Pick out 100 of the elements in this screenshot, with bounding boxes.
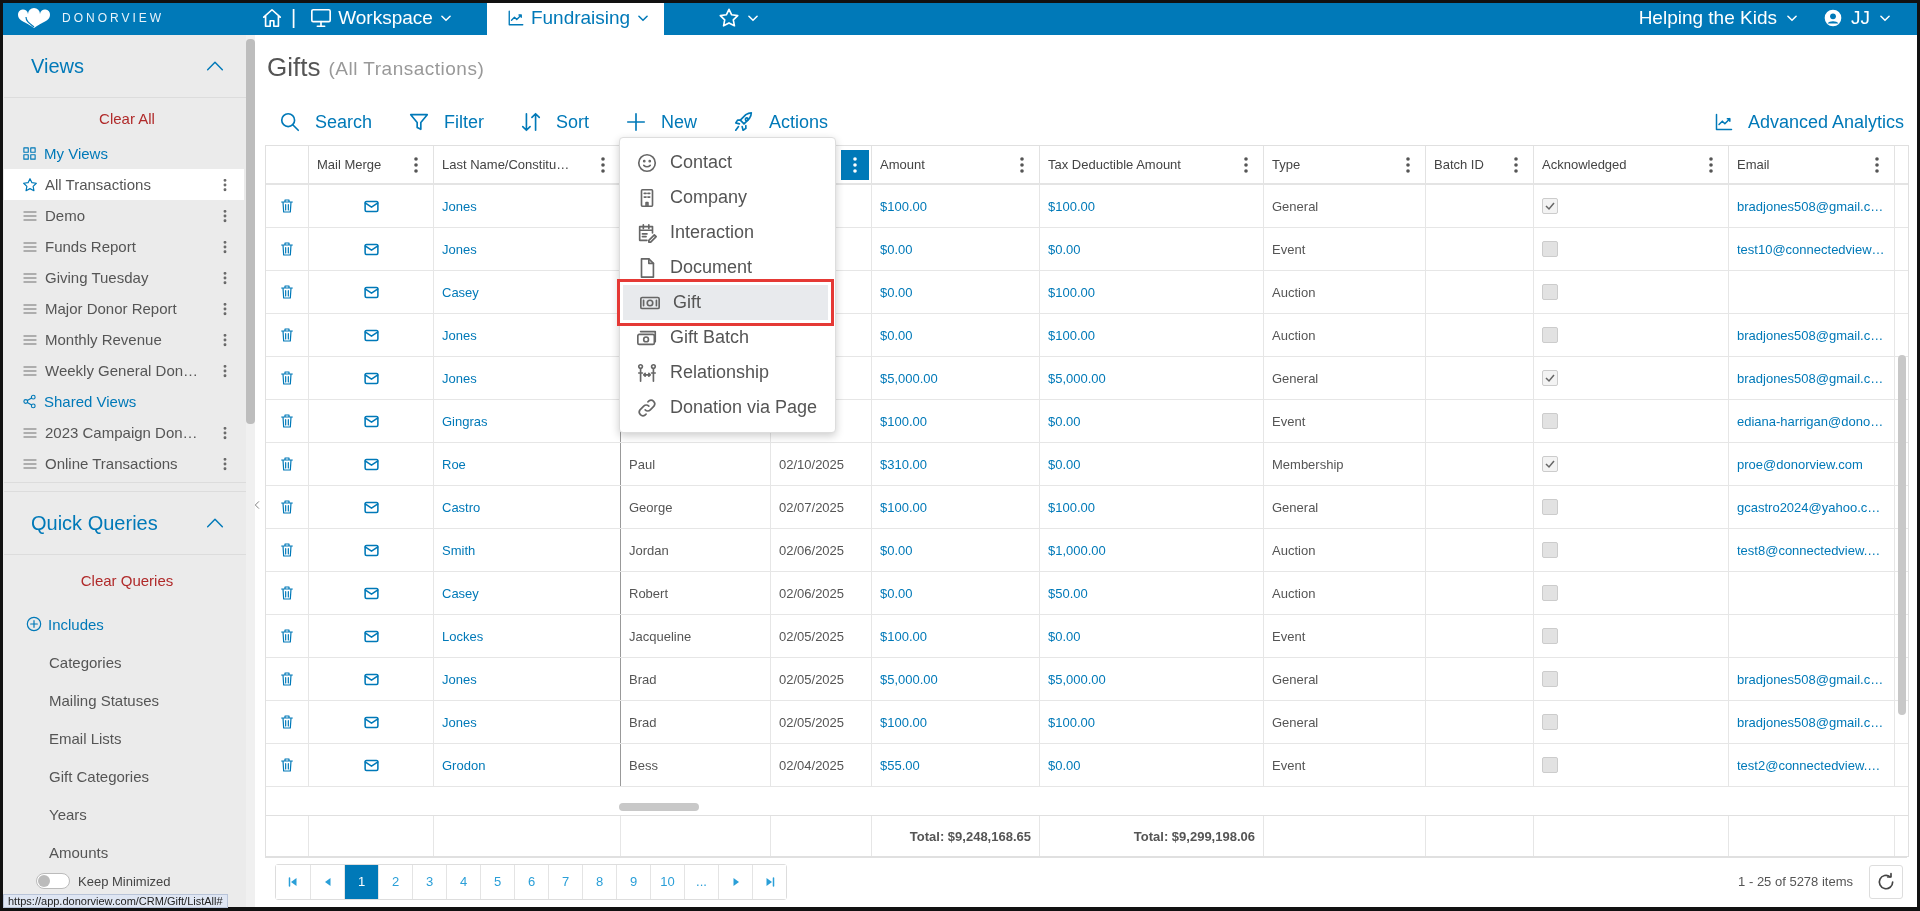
menu-item[interactable]: Relationship	[620, 355, 835, 390]
clear-queries-link[interactable]: Clear Queries	[80, 571, 174, 589]
menu-item[interactable]: Contact	[620, 145, 835, 180]
toolbar-button[interactable]: Search	[279, 111, 373, 133]
amount-link[interactable]: $310.00	[880, 456, 927, 472]
email-link[interactable]: test2@connectedview.…	[1737, 757, 1881, 773]
home-button[interactable]	[261, 6, 283, 29]
scrollbar-thumb[interactable]	[246, 39, 255, 424]
email-link[interactable]: ediana-harrigan@dono…	[1737, 413, 1884, 429]
view-item[interactable]: Demo	[4, 200, 244, 231]
checkbox[interactable]	[1542, 456, 1558, 472]
shared-views-heading[interactable]: Shared Views	[4, 386, 244, 417]
last-name-link[interactable]: Jones	[442, 714, 477, 730]
last-name-link[interactable]: Gingras	[442, 413, 488, 429]
last-name-link[interactable]: Jones	[442, 671, 477, 687]
delete-button[interactable]	[279, 585, 295, 601]
menu-item[interactable]: Gift Batch	[620, 320, 835, 355]
toolbar-button[interactable]: Actions	[733, 111, 829, 133]
column-menu-button[interactable]	[841, 149, 869, 180]
amount-link[interactable]: $0.00	[880, 284, 913, 300]
amount-link[interactable]: $0.00	[1048, 757, 1081, 773]
toolbar-button[interactable]: Filter	[408, 111, 485, 133]
amount-link[interactable]: $0.00	[1048, 628, 1081, 644]
toolbar-button[interactable]: Sort	[520, 111, 590, 133]
query-item[interactable]: Email Lists	[49, 729, 122, 747]
amount-link[interactable]: $100.00	[880, 413, 927, 429]
checkbox[interactable]	[1542, 241, 1558, 257]
amount-link[interactable]: $100.00	[880, 198, 927, 214]
menu-item[interactable]: Donation via Page	[620, 390, 835, 425]
amount-link[interactable]: $100.00	[1048, 284, 1095, 300]
delete-button[interactable]	[279, 284, 295, 300]
view-item[interactable]: Online Transactions	[4, 448, 244, 479]
view-item[interactable]: Giving Tuesday	[4, 262, 244, 293]
delete-button[interactable]	[279, 370, 295, 386]
last-name-link[interactable]: Roe	[442, 456, 466, 472]
view-item[interactable]: All Transactions	[4, 169, 244, 200]
query-item[interactable]: Gift Categories	[49, 767, 150, 785]
view-item[interactable]: 2023 Campaign Don…	[4, 417, 244, 448]
email-link[interactable]: test10@connectedview…	[1737, 241, 1885, 257]
delete-button[interactable]	[279, 628, 295, 644]
query-item[interactable]: Categories	[49, 653, 122, 671]
clear-all-link[interactable]: Clear All	[99, 109, 155, 127]
checkbox[interactable]	[1542, 198, 1558, 214]
nav-menu[interactable]: Workspace	[296, 0, 467, 35]
amount-link[interactable]: $100.00	[880, 714, 927, 730]
amount-link[interactable]: $5,000.00	[880, 370, 938, 386]
user-menu[interactable]: JJ	[1823, 0, 1892, 35]
query-item[interactable]: Mailing Statuses	[49, 691, 160, 709]
amount-link[interactable]: $100.00	[1048, 499, 1095, 515]
last-name-link[interactable]: Jones	[442, 327, 477, 343]
delete-button[interactable]	[279, 198, 295, 214]
delete-button[interactable]	[279, 241, 295, 257]
query-item[interactable]: Years	[49, 805, 87, 823]
last-name-link[interactable]: Jones	[442, 370, 477, 386]
amount-link[interactable]: $0.00	[1048, 413, 1081, 429]
email-link[interactable]: proe@donorview.com	[1737, 456, 1863, 472]
delete-button[interactable]	[279, 456, 295, 472]
menu-item[interactable]: Company	[620, 180, 835, 215]
email-link[interactable]: bradjones508@gmail.c…	[1737, 198, 1884, 214]
view-item[interactable]: Major Donor Report	[4, 293, 244, 324]
amount-link[interactable]: $0.00	[880, 542, 913, 558]
scrollbar-thumb[interactable]	[1898, 355, 1906, 715]
checkbox[interactable]	[1542, 585, 1558, 601]
amount-link[interactable]: $0.00	[880, 241, 913, 257]
amount-link[interactable]: $100.00	[880, 499, 927, 515]
amount-link[interactable]: $0.00	[1048, 456, 1081, 472]
last-name-link[interactable]: Jones	[442, 241, 477, 257]
delete-button[interactable]	[279, 542, 295, 558]
checkbox[interactable]	[1542, 499, 1558, 515]
amount-link[interactable]: $5,000.00	[1048, 370, 1106, 386]
checkbox[interactable]	[1542, 284, 1558, 300]
email-link[interactable]: gcastro2024@yahoo.c…	[1737, 499, 1881, 515]
amount-link[interactable]: $0.00	[880, 327, 913, 343]
amount-link[interactable]: $0.00	[880, 585, 913, 601]
amount-link[interactable]: $100.00	[1048, 198, 1095, 214]
checkbox[interactable]	[1542, 757, 1558, 773]
amount-link[interactable]: $5,000.00	[880, 671, 938, 687]
checkbox[interactable]	[1542, 542, 1558, 558]
email-link[interactable]: bradjones508@gmail.c…	[1737, 370, 1884, 386]
checkbox[interactable]	[1542, 413, 1558, 429]
last-name-link[interactable]: Jones	[442, 198, 477, 214]
email-link[interactable]: bradjones508@gmail.c…	[1737, 327, 1884, 343]
amount-link[interactable]: $50.00	[1048, 585, 1088, 601]
organization-menu[interactable]: Helping the Kids	[1638, 0, 1799, 35]
last-name-link[interactable]: Grodon	[442, 757, 486, 773]
scrollbar-thumb[interactable]	[619, 803, 699, 811]
amount-link[interactable]: $55.00	[880, 757, 920, 773]
menu-item[interactable]: Interaction	[620, 215, 835, 250]
toolbar-button[interactable]: New	[625, 111, 698, 133]
email-link[interactable]: bradjones508@gmail.c…	[1737, 671, 1884, 687]
amount-link[interactable]: $100.00	[1048, 327, 1095, 343]
refresh-button[interactable]	[1869, 864, 1903, 899]
last-name-link[interactable]: Smith	[442, 542, 476, 558]
amount-link[interactable]: $100.00	[880, 628, 927, 644]
checkbox[interactable]	[1542, 714, 1558, 730]
page-button[interactable]: 1	[344, 864, 378, 899]
amount-link[interactable]: $1,000.00	[1048, 542, 1106, 558]
last-name-link[interactable]: Casey	[442, 284, 479, 300]
delete-button[interactable]	[279, 714, 295, 730]
delete-button[interactable]	[279, 327, 295, 343]
